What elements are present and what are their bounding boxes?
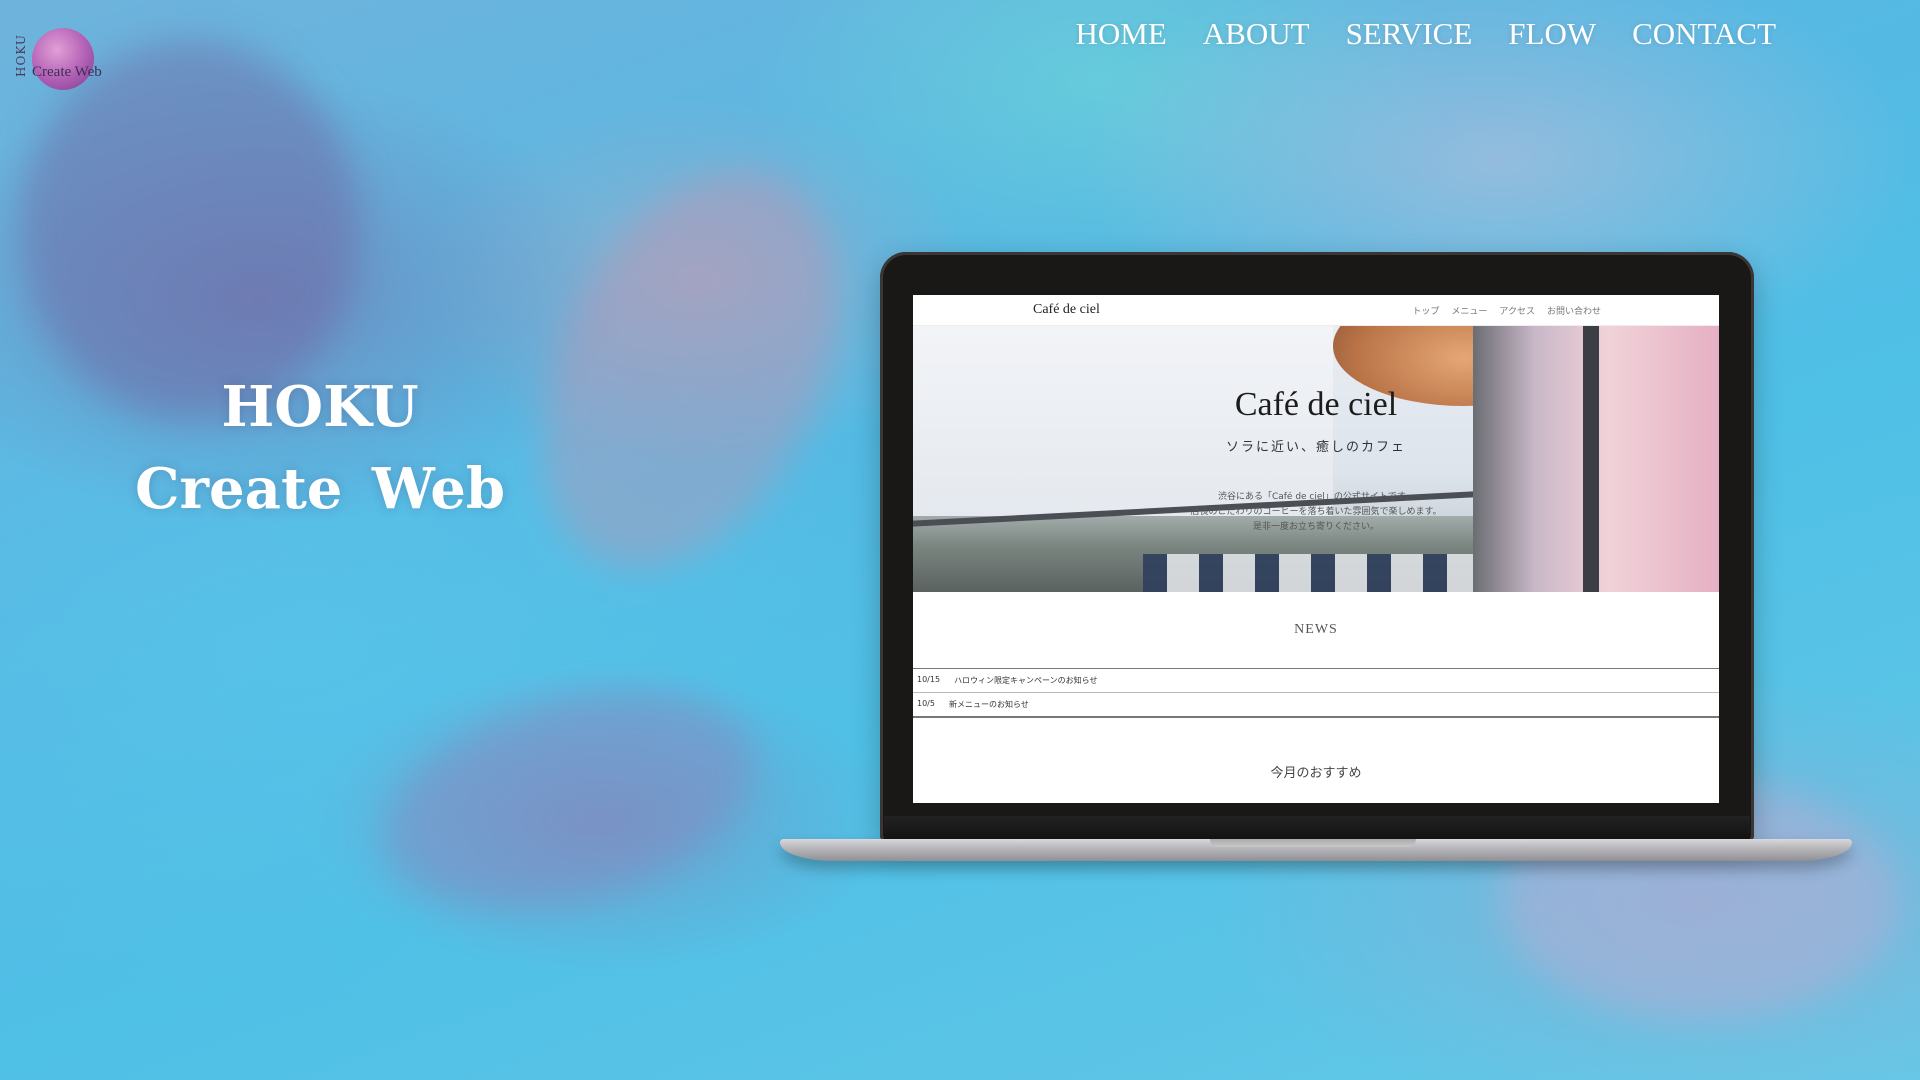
mockup-nav: トップ メニュー アクセス お問い合わせ — [1412, 304, 1601, 317]
background-swirl — [360, 654, 780, 946]
mockup-nav-item: お問い合わせ — [1546, 307, 1601, 317]
mockup-hero-subtitle: ソラに近い、癒しのカフェ — [1225, 440, 1406, 455]
hero-line-1: HOKU — [221, 374, 419, 440]
news-date: 10/5 — [917, 699, 935, 708]
nav-contact[interactable]: CONTACT — [1632, 16, 1776, 52]
mockup-news-list: 10/15 ハロウィン限定キャンペーンのお知らせ 10/5 新メニューのお知らせ — [913, 668, 1719, 718]
hero-line-2: Create Web — [134, 456, 506, 522]
nav-home[interactable]: HOME — [1076, 16, 1167, 52]
mockup-brand: Café de ciel — [1033, 302, 1100, 317]
mockup-hero-image: Café de ciel ソラに近い、癒しのカフェ 渋谷にある「Café de … — [913, 326, 1719, 592]
mockup-nav-item: メニュー — [1451, 307, 1488, 317]
mockup-news-item: 10/15 ハロウィン限定キャンペーンのお知らせ — [913, 669, 1719, 693]
news-text: ハロウィン限定キャンペーンのお知らせ — [954, 676, 1098, 685]
mockup-desc-line: 渋谷にある「Café de ciel」の公式サイトです。 — [1217, 492, 1415, 502]
mockup-recommend-title: 今月のおすすめ — [1270, 766, 1362, 781]
mockup-pillar — [1583, 326, 1599, 592]
mockup-nav-item: アクセス — [1499, 307, 1535, 317]
nav-about[interactable]: ABOUT — [1203, 16, 1310, 52]
background-swirl — [20, 40, 360, 420]
laptop-screen: Café de ciel トップ メニュー アクセス お問い合わせ Café d… — [913, 295, 1719, 803]
laptop-notch — [1210, 839, 1416, 847]
logo-vertical-text: HOKU — [14, 34, 28, 77]
news-text: 新メニューのお知らせ — [948, 700, 1029, 709]
mockup-hero-title: Café de ciel — [1234, 386, 1398, 423]
mockup-desc-line: 是非一度お立ち寄りください。 — [1252, 522, 1379, 532]
mockup-news-item: 10/5 新メニューのお知らせ — [913, 693, 1719, 716]
laptop-mockup: Café de ciel トップ メニュー アクセス お問い合わせ Café d… — [780, 250, 1860, 862]
main-nav: HOME ABOUT SERVICE FLOW CONTACT — [1076, 16, 1777, 52]
laptop-chin — [884, 816, 1750, 840]
nav-flow[interactable]: FLOW — [1508, 16, 1596, 52]
hero-title: HOKU Create Web — [130, 366, 510, 530]
mockup-tables — [1143, 554, 1473, 592]
mockup-desc-line: 店長のこだわりのコーヒーを落ち着いた雰囲気で楽しめます。 — [1190, 507, 1442, 517]
nav-service[interactable]: SERVICE — [1346, 16, 1473, 52]
mockup-news-title: NEWS — [1294, 622, 1338, 637]
mockup-hero-description: 渋谷にある「Café de ciel」の公式サイトです。 店長のこだわりのコーヒ… — [913, 490, 1719, 535]
site-logo[interactable]: HOKU Create Web — [14, 24, 110, 96]
mockup-nav-item: トップ — [1412, 307, 1440, 317]
logo-text: Create Web — [32, 64, 102, 80]
news-date: 10/15 — [917, 675, 941, 684]
mockup-header: Café de ciel トップ メニュー アクセス お問い合わせ — [913, 295, 1719, 326]
